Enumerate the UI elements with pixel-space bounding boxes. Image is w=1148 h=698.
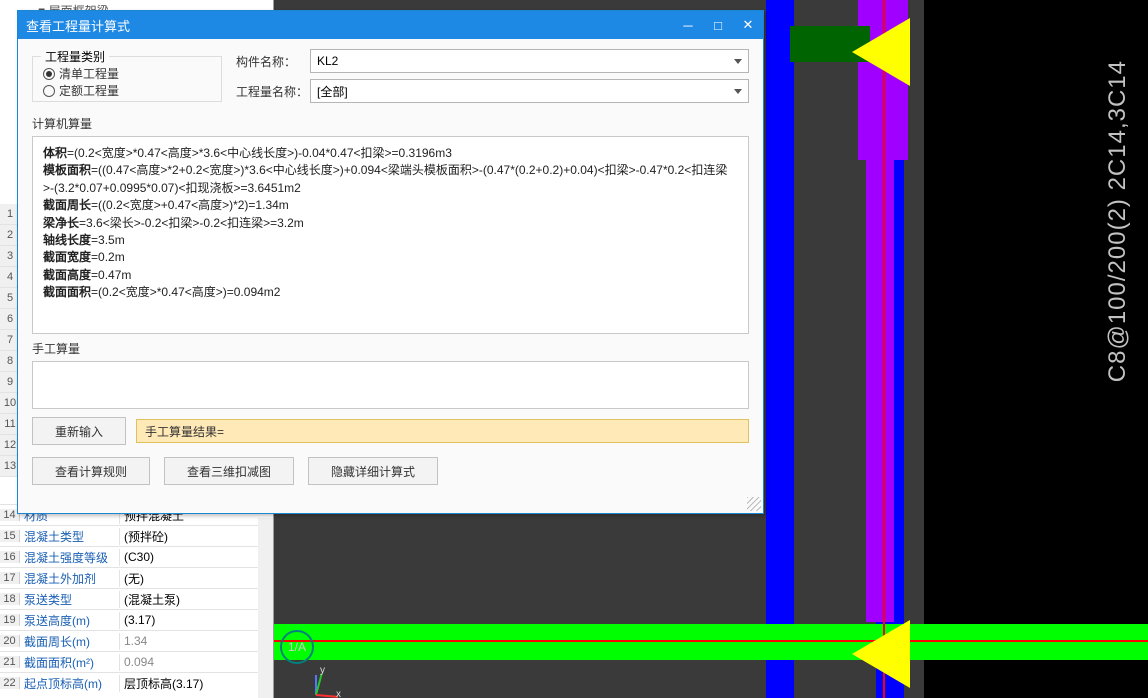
calc-line: 梁净长=3.6<梁长>-0.2<扣梁>-0.2<扣连梁>=3.2m (43, 215, 738, 232)
row-number: 17 (0, 572, 20, 584)
manual-calc-label: 手工算量 (32, 340, 749, 357)
chevron-down-icon (734, 89, 742, 94)
marker-arrow-top (852, 18, 910, 86)
property-value[interactable]: (混凝土泵) (120, 591, 273, 608)
row-number: 18 (0, 593, 20, 605)
manual-result-display: 手工算量结果= (136, 419, 749, 443)
computer-calc-textbox[interactable]: 体积=(0.2<宽度>*0.47<高度>*3.6<中心线长度>)-0.04*0.… (32, 136, 749, 334)
view-rule-button[interactable]: 查看计算规则 (32, 457, 150, 485)
property-value[interactable]: (C30) (120, 550, 273, 564)
qty-name-combo[interactable]: [全部] (310, 79, 749, 103)
qty-type-legend: 工程量类别 (41, 48, 109, 65)
marker-arrow-bottom (852, 620, 910, 688)
property-key: 截面面积(m²) (20, 654, 120, 671)
property-key: 混凝土外加剂 (20, 570, 120, 587)
beam-green-h (274, 624, 1148, 660)
qty-type-group: 工程量类别 清单工程量 定额工程量 (32, 56, 222, 102)
manual-calc-textbox[interactable] (32, 361, 749, 409)
component-name-label: 构件名称： (236, 53, 310, 70)
calc-dialog: 查看工程量计算式 ─ □ ✕ 工程量类别 清单工程量 定额工程量 构件 (17, 10, 764, 514)
property-value[interactable]: (无) (120, 570, 273, 587)
calc-line: 模板面积=((0.47<高度>*2+0.2<宽度>)*3.6<中心线长度>)+0… (43, 162, 738, 197)
row-number: 19 (0, 614, 20, 626)
row-number: 15 (0, 530, 20, 542)
reinput-button[interactable]: 重新输入 (32, 417, 126, 445)
property-value[interactable]: 层顶标高(3.17) (120, 675, 273, 692)
calc-line: 截面高度=0.47m (43, 267, 738, 284)
property-row[interactable]: 21截面面积(m²)0.094 (0, 651, 273, 672)
chevron-down-icon (734, 59, 742, 64)
row-number: 22 (0, 677, 20, 689)
hide-detail-button[interactable]: 隐藏详细计算式 (308, 457, 438, 485)
property-key: 混凝土类型 (20, 528, 120, 545)
minimize-button[interactable]: ─ (673, 11, 703, 39)
close-button[interactable]: ✕ (733, 11, 763, 39)
radio-norm-qty[interactable]: 定额工程量 (43, 82, 119, 99)
calc-line: 体积=(0.2<宽度>*0.47<高度>*3.6<中心线长度>)-0.04*0.… (43, 145, 738, 162)
property-row[interactable]: 22起点顶标高(m)层顶标高(3.17) (0, 672, 273, 693)
property-value[interactable]: 1.34 (120, 634, 273, 648)
property-key: 混凝土强度等级 (20, 549, 120, 566)
calc-line: 截面周长=((0.2<宽度>+0.47<高度>)*2)=1.34m (43, 197, 738, 214)
component-name-combo[interactable]: KL2 (310, 49, 749, 73)
scrollbar-vertical[interactable] (258, 518, 273, 698)
property-row[interactable]: 16混凝土强度等级(C30) (0, 546, 273, 567)
calc-line: 截面宽度=0.2m (43, 249, 738, 266)
property-key: 截面周长(m) (20, 633, 120, 650)
axis-red-h (274, 640, 1148, 642)
property-value[interactable]: (预拌砼) (120, 528, 273, 545)
calc-line: 轴线长度=3.5m (43, 232, 738, 249)
property-row[interactable]: 17混凝土外加剂(无) (0, 567, 273, 588)
axis-red-v (883, 0, 885, 698)
property-row[interactable]: 15混凝土类型(预拌砼) (0, 525, 273, 546)
dialog-titlebar[interactable]: 查看工程量计算式 ─ □ ✕ (18, 11, 763, 39)
resize-grip[interactable] (747, 497, 761, 511)
grid-bubble: 1/A (280, 630, 314, 664)
radio-list-qty[interactable]: 清单工程量 (43, 65, 119, 82)
property-grid[interactable]: 14材质预拌混凝土15混凝土类型(预拌砼)16混凝土强度等级(C30)17混凝土… (0, 504, 273, 698)
row-number: 16 (0, 551, 20, 563)
rebar-label: C8@100/200(2) 2C14,3C14 (1104, 60, 1132, 382)
qty-name-label: 工程量名称： (236, 83, 310, 100)
row-number: 20 (0, 635, 20, 647)
property-key: 起点顶标高(m) (20, 675, 120, 692)
computer-calc-label: 计算机算量 (32, 115, 749, 132)
property-key: 泵送高度(m) (20, 612, 120, 629)
dialog-title: 查看工程量计算式 (26, 16, 130, 35)
property-key: 泵送类型 (20, 591, 120, 608)
calc-line: 截面面积=(0.2<宽度>*0.47<高度>)=0.094m2 (43, 284, 738, 301)
property-row[interactable]: 18泵送类型(混凝土泵) (0, 588, 273, 609)
beam-blue-1 (766, 0, 794, 698)
view-3d-button[interactable]: 查看三维扣减图 (164, 457, 294, 485)
row-number: 21 (0, 656, 20, 668)
property-row[interactable]: 20截面周长(m)1.34 (0, 630, 273, 651)
property-row[interactable]: 19泵送高度(m)(3.17) (0, 609, 273, 630)
property-value[interactable]: (3.17) (120, 613, 273, 627)
maximize-button[interactable]: □ (703, 11, 733, 39)
property-value[interactable]: 0.094 (120, 655, 273, 669)
